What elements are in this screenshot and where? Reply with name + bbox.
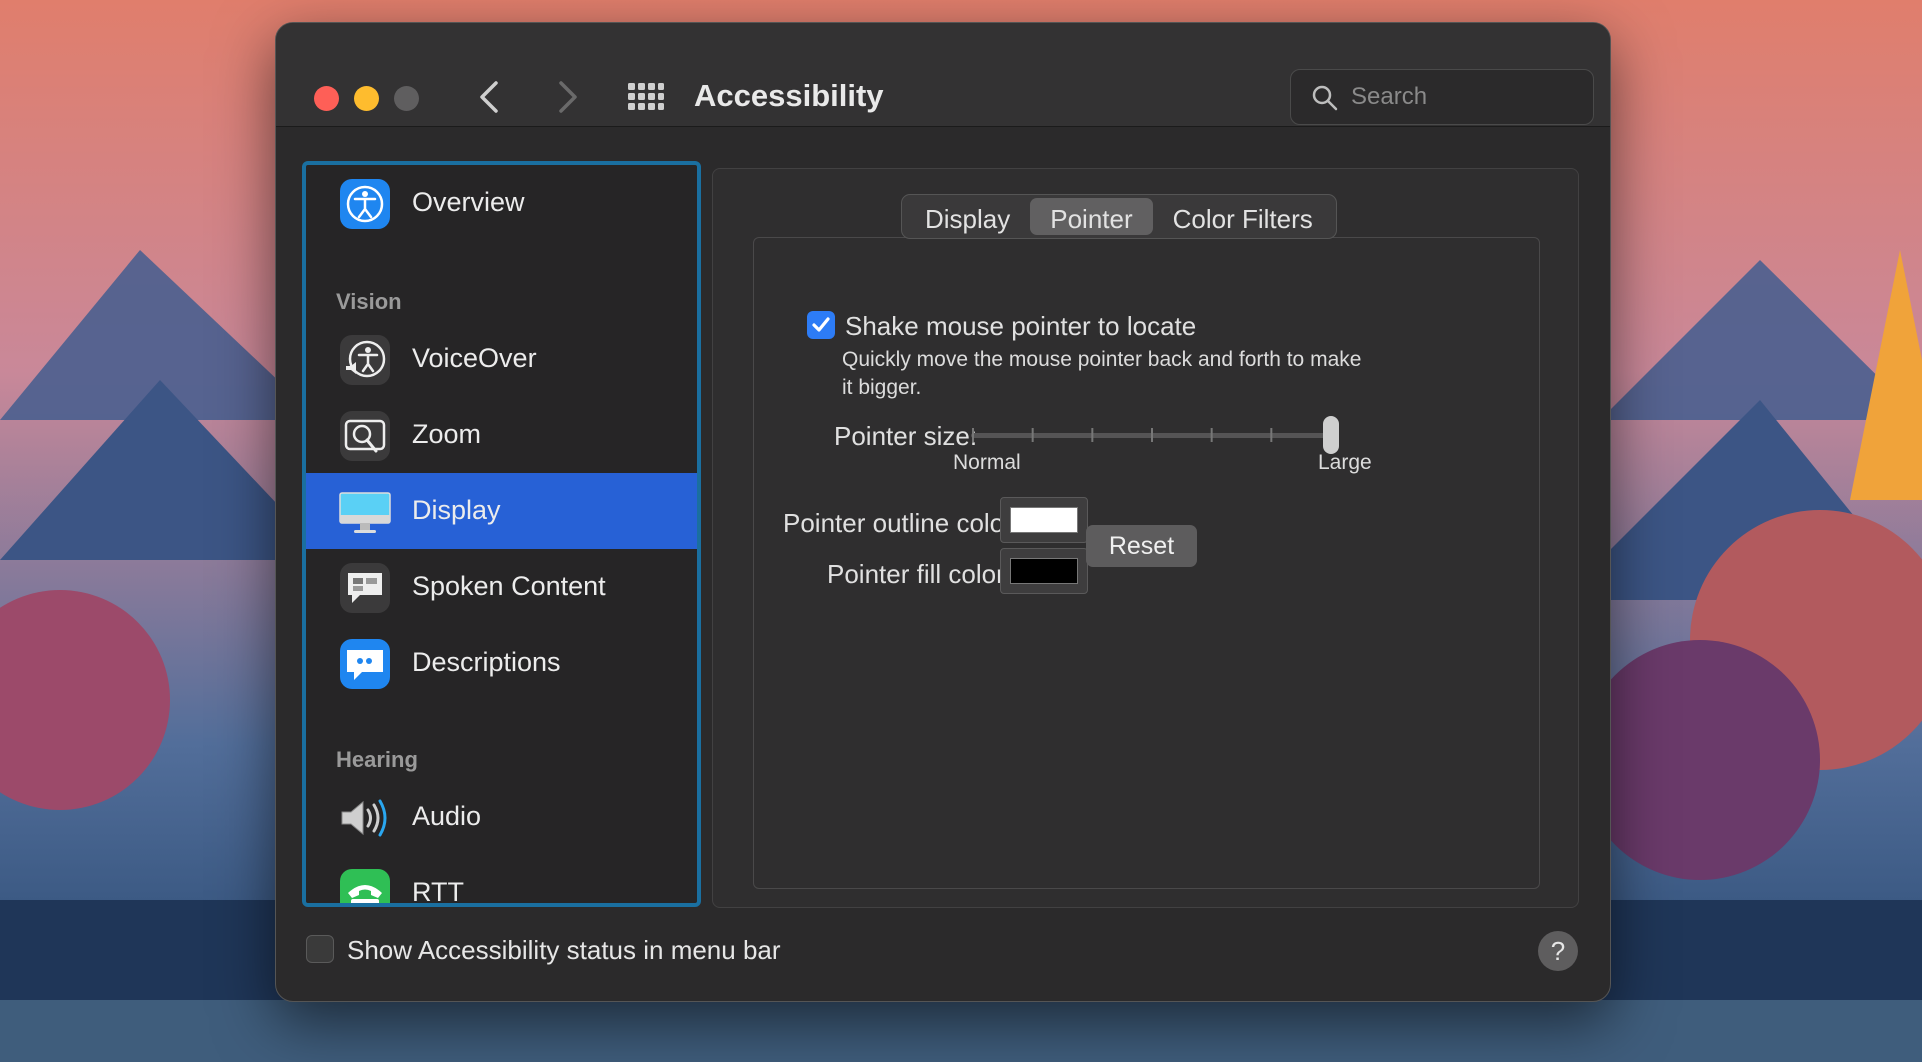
shake-pointer-description-line1: Quickly move the mouse pointer back and …: [842, 348, 1362, 371]
shake-pointer-checkbox[interactable]: [807, 311, 835, 339]
pointer-fill-color-well[interactable]: [1000, 548, 1088, 594]
tab-bar: Display Pointer Color Filters: [901, 194, 1337, 239]
status-menu-bar-checkbox[interactable]: [306, 935, 334, 963]
sidebar-item-zoom[interactable]: Zoom: [306, 397, 697, 473]
zoom-icon: [340, 411, 390, 461]
slider-thumb[interactable]: [1323, 416, 1339, 454]
descriptions-speech-bubble-icon: [340, 639, 390, 689]
pointer-size-min-label: Normal: [953, 451, 1021, 474]
shake-pointer-description-line2: it bigger.: [842, 376, 922, 399]
tab-color-filters[interactable]: Color Filters: [1153, 198, 1333, 235]
window-title: Accessibility: [694, 78, 884, 113]
voiceover-icon: [340, 335, 390, 385]
sidebar-item-label: Overview: [412, 187, 525, 217]
search-field[interactable]: [1290, 69, 1594, 125]
minimize-button[interactable]: [354, 86, 379, 111]
help-button[interactable]: ?: [1538, 931, 1578, 971]
title-bar: Accessibility: [276, 23, 1610, 127]
sidebar-item-label: Descriptions: [412, 647, 561, 677]
forward-button[interactable]: [546, 77, 586, 117]
sidebar-item-label: Audio: [412, 801, 482, 831]
sidebar-item-label: RTT: [412, 877, 464, 907]
sidebar-item-voiceover[interactable]: VoiceOver: [306, 321, 697, 397]
close-button[interactable]: [314, 86, 339, 111]
tab-display[interactable]: Display: [905, 198, 1030, 235]
search-icon: [1312, 85, 1338, 111]
content-area: Display Pointer Color Filters Shake mous…: [712, 168, 1579, 908]
sidebar-item-label: VoiceOver: [412, 343, 537, 373]
spoken-content-icon: [340, 563, 390, 613]
pointer-outline-color-well[interactable]: [1000, 497, 1088, 543]
chevron-left-icon: [480, 81, 498, 113]
sidebar-item-label: Spoken Content: [412, 571, 606, 601]
pointer-fill-color-label: Pointer fill color:: [827, 559, 1012, 589]
overview-accessibility-icon: [340, 179, 390, 229]
sidebar[interactable]: Overview Vision VoiceOver Zoom Display S…: [302, 161, 701, 907]
sidebar-item-audio[interactable]: Audio: [306, 779, 697, 855]
status-menu-bar-label: Show Accessibility status in menu bar: [347, 935, 781, 965]
search-input[interactable]: [1351, 78, 1581, 116]
section-header-hearing: Hearing: [336, 747, 418, 772]
sidebar-item-descriptions[interactable]: Descriptions: [306, 625, 697, 701]
sidebar-item-label: Display: [412, 495, 501, 525]
show-all-button[interactable]: [628, 83, 664, 111]
shake-pointer-label: Shake mouse pointer to locate: [845, 311, 1197, 341]
zoom-button[interactable]: [394, 86, 419, 111]
display-monitor-icon: [339, 492, 391, 533]
pointer-size-slider[interactable]: [969, 411, 1349, 461]
grid-icon: [628, 83, 664, 110]
sidebar-item-overview[interactable]: Overview: [306, 165, 697, 241]
pointer-size-max-label: Large: [1318, 451, 1372, 474]
rtt-phone-icon: [340, 869, 390, 903]
section-header-vision: Vision: [336, 289, 402, 314]
chevron-right-icon: [559, 81, 577, 113]
fill-color-swatch: [1010, 558, 1078, 584]
pointer-size-label: Pointer size:: [834, 421, 978, 451]
accessibility-window: Accessibility Overview Vision: [275, 22, 1611, 1002]
tab-pointer[interactable]: Pointer: [1030, 198, 1153, 235]
pointer-outline-color-label: Pointer outline color:: [783, 508, 1021, 538]
sidebar-item-display[interactable]: Display: [306, 473, 697, 549]
reset-button[interactable]: Reset: [1086, 525, 1197, 567]
audio-speaker-icon: [341, 799, 387, 837]
sidebar-item-rtt[interactable]: RTT: [306, 855, 697, 907]
back-button[interactable]: [471, 77, 511, 117]
outline-color-swatch: [1010, 507, 1078, 533]
sidebar-item-spoken-content[interactable]: Spoken Content: [306, 549, 697, 625]
sidebar-item-label: Zoom: [412, 419, 482, 449]
